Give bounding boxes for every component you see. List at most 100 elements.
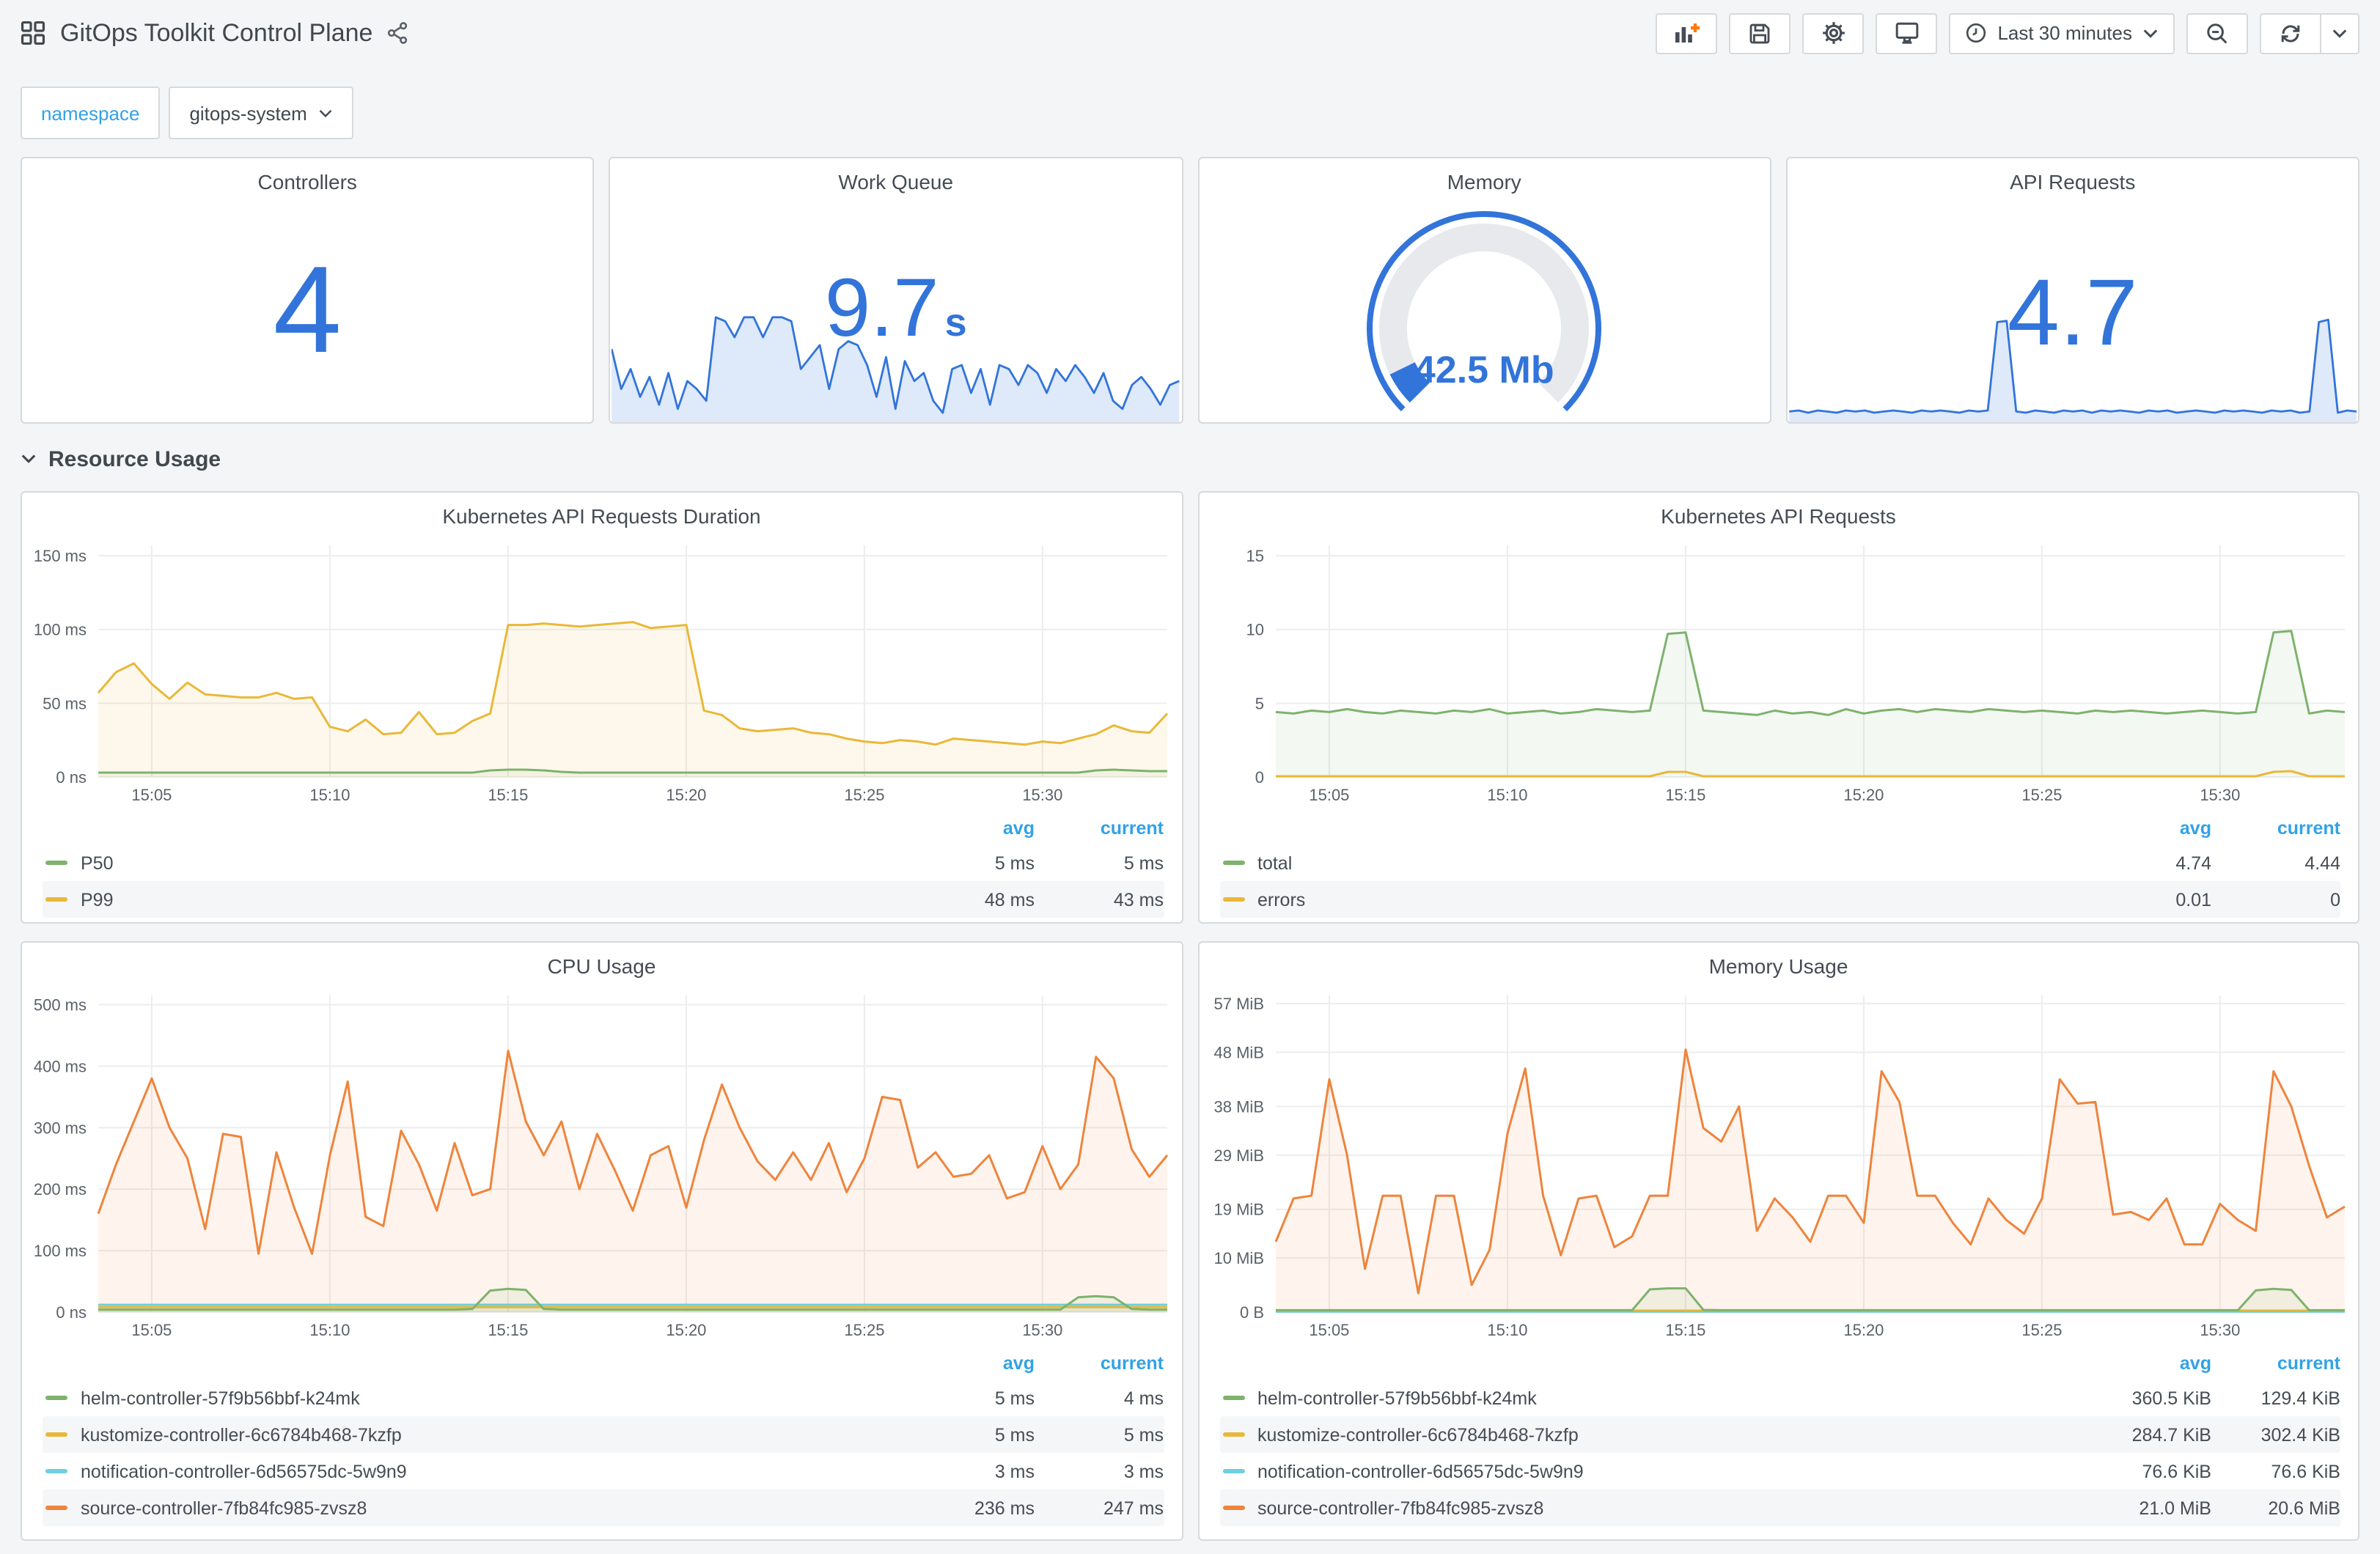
timeseries-chart: 15:05 15:10 15:15 15:20 15:25 15:30 0 ns 50 ms 1… [25, 534, 1178, 809]
panel-title[interactable]: CPU Usage [22, 943, 1181, 984]
series-name[interactable]: kustomize-controller-6c6784b468-7kzfp [1257, 1424, 2082, 1445]
legend-row[interactable]: source-controller-7fb84fc985-zvsz8 21.0 M… [1219, 1489, 2340, 1526]
clock-icon [1965, 22, 1987, 44]
legend-row[interactable]: kustomize-controller-6c6784b468-7kzfp 284… [1219, 1416, 2340, 1453]
series-name[interactable]: notification-controller-6d56575dc-5w9n9 [1257, 1461, 2082, 1481]
legend-header-current[interactable]: current [2211, 818, 2340, 839]
legend-row[interactable]: total 4.74 4.44 [1219, 844, 2340, 881]
series-name[interactable]: source-controller-7fb84fc985-zvsz8 [81, 1498, 906, 1518]
legend-row[interactable]: notification-controller-6d56575dc-5w9n9 3… [43, 1453, 1164, 1489]
series-color-dash [1222, 1469, 1244, 1473]
series-avg-value: 284.7 KiB [2131, 1424, 2211, 1445]
series-color-dash [45, 1469, 67, 1473]
series-avg-value: 3 ms [994, 1461, 1035, 1481]
legend-header-avg[interactable]: avg [906, 1353, 1035, 1374]
y-axis-tick-label: 100 ms [34, 621, 87, 639]
x-axis-tick-label: 15:10 [1486, 1321, 1527, 1339]
stat-row: Controllers 4 Work Queue 9.7 s Memory 42.… [21, 157, 2359, 424]
x-axis-tick-label: 15:15 [488, 786, 528, 804]
panel-title[interactable]: Kubernetes API Requests Duration [22, 493, 1181, 534]
series-fill [1275, 1049, 2344, 1312]
legend-header-current[interactable]: current [1035, 1353, 1164, 1374]
panel-api-requests-stat: API Requests 4.7 [1785, 157, 2359, 424]
y-axis-tick-label: 0 ns [56, 1303, 87, 1322]
refresh-split-button [2260, 12, 2359, 54]
share-alt-icon[interactable] [387, 22, 409, 44]
series-fill [98, 622, 1167, 777]
x-axis-tick-label: 15:30 [1022, 786, 1062, 804]
panel-title[interactable]: Memory [1199, 158, 1769, 199]
settings-button[interactable] [1802, 12, 1865, 54]
apps-grid-icon[interactable] [21, 21, 45, 45]
series-name[interactable]: notification-controller-6d56575dc-5w9n9 [81, 1461, 906, 1481]
series-name[interactable]: source-controller-7fb84fc985-zvsz8 [1257, 1498, 2082, 1518]
zoom-out-button[interactable] [2186, 12, 2248, 54]
y-axis-tick-label: 400 ms [34, 1057, 87, 1075]
legend: avg current helm-controller-57f9b56bbf-k… [1199, 1344, 2358, 1535]
sparkline-line [1788, 318, 2357, 414]
legend-row[interactable]: P99 48 ms 43 ms [43, 881, 1164, 918]
series-current-value: 247 ms [1103, 1498, 1164, 1518]
y-axis-tick-label: 0 [1255, 768, 1263, 787]
series-avg-value: 5 ms [994, 1424, 1035, 1445]
tv-mode-button[interactable] [1876, 12, 1938, 54]
y-axis-tick-label: 15 [1246, 547, 1263, 565]
y-axis-tick-label: 10 MiB [1213, 1249, 1263, 1267]
refresh-button[interactable] [2260, 12, 2321, 54]
y-axis-tick-label: 300 ms [34, 1119, 87, 1137]
series-avg-value: 5 ms [994, 853, 1035, 873]
legend-header-avg[interactable]: avg [2082, 1353, 2211, 1374]
chevron-down-icon [319, 108, 334, 118]
series-name[interactable]: helm-controller-57f9b56bbf-k24mk [81, 1388, 906, 1408]
panel-title[interactable]: Controllers [22, 158, 592, 199]
legend-row[interactable]: errors 0.01 0 [1219, 881, 2340, 918]
x-axis-tick-label: 15:25 [2021, 786, 2061, 804]
legend-row[interactable]: helm-controller-57f9b56bbf-k24mk 360.5 Ki… [1219, 1380, 2340, 1416]
series-color-dash [45, 1396, 67, 1400]
refresh-interval-dropdown[interactable] [2321, 12, 2359, 54]
legend-row[interactable]: notification-controller-6d56575dc-5w9n9 7… [1219, 1453, 2340, 1489]
series-name[interactable]: kustomize-controller-6c6784b468-7kzfp [81, 1424, 906, 1445]
panel-title[interactable]: API Requests [1788, 158, 2358, 199]
series-avg-value: 5 ms [994, 1388, 1035, 1408]
dashboard-header: GitOps Toolkit Control Plane Last 30 min… [0, 0, 2380, 66]
panel-title[interactable]: Memory Usage [1199, 943, 2358, 984]
x-axis-tick-label: 15:25 [2021, 1321, 2061, 1339]
save-dashboard-button[interactable] [1729, 12, 1791, 54]
x-axis-tick-label: 15:20 [666, 1321, 706, 1339]
series-line [1274, 630, 2345, 716]
legend-row[interactable]: P50 5 ms 5 ms [43, 844, 1164, 881]
variable-value-dropdown[interactable]: gitops-system [169, 86, 354, 139]
panel-work-queue: Work Queue 9.7 s [609, 157, 1183, 424]
panel-k8s-api-requests-duration: Kubernetes API Requests Duration 15:05 15… [21, 491, 1183, 924]
series-current-value: 5 ms [1123, 853, 1164, 873]
legend-row[interactable]: kustomize-controller-6c6784b468-7kzfp 5 m… [43, 1416, 1164, 1453]
series-name[interactable]: helm-controller-57f9b56bbf-k24mk [1257, 1388, 2082, 1408]
legend-row[interactable]: source-controller-7fb84fc985-zvsz8 236 ms… [43, 1489, 1164, 1526]
series-name[interactable]: P50 [81, 853, 906, 873]
stat-value: 4 [273, 240, 342, 379]
x-axis-tick-label: 15:10 [309, 786, 350, 804]
variable-label: namespace [21, 86, 161, 139]
series-name[interactable]: total [1257, 853, 2082, 873]
series-name[interactable]: errors [1257, 889, 2082, 910]
series-current-value: 5 ms [1123, 1424, 1164, 1445]
time-range-picker[interactable]: Last 30 minutes [1949, 12, 2175, 54]
timeseries-chart: 15:05 15:10 15:15 15:20 15:25 15:30 0 ns 100 ms… [25, 984, 1178, 1344]
panel-title[interactable]: Kubernetes API Requests [1199, 493, 2358, 534]
x-axis-tick-label: 15:30 [1022, 1321, 1062, 1339]
legend-header-current[interactable]: current [1035, 818, 1164, 839]
series-name[interactable]: P99 [81, 889, 906, 910]
toolbar: Last 30 minutes [1656, 12, 2359, 54]
row-resource-usage[interactable]: Resource Usage [21, 444, 2359, 474]
series-color-dash [1222, 1506, 1244, 1510]
panel-title[interactable]: Work Queue [611, 158, 1181, 199]
legend-row[interactable]: helm-controller-57f9b56bbf-k24mk 5 ms 4 ms [43, 1380, 1164, 1416]
legend-header-current[interactable]: current [2211, 1353, 2340, 1374]
series-current-value: 129.4 KiB [2260, 1388, 2340, 1408]
panel-memory-usage: Memory Usage 15:05 15:10 15:15 15:20 15:25 15… [1197, 941, 2359, 1541]
series-current-value: 43 ms [1113, 889, 1164, 910]
legend-header-avg[interactable]: avg [906, 818, 1035, 839]
legend-header-avg[interactable]: avg [2082, 818, 2211, 839]
add-panel-button[interactable] [1656, 12, 1718, 54]
